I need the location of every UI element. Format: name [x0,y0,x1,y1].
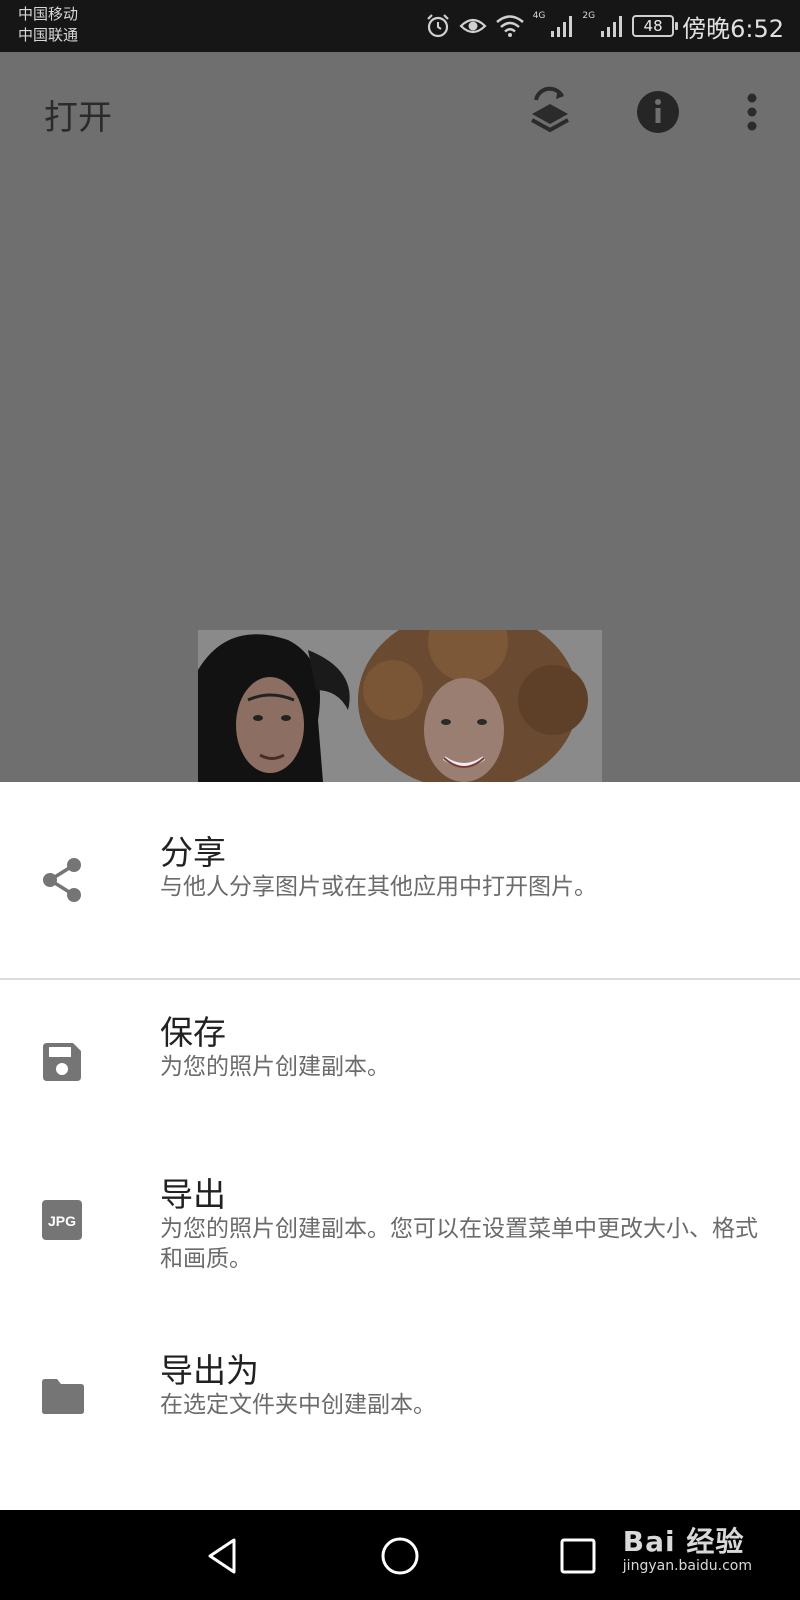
navigation-bar: Bai 经验 jingyan.baidu.com [0,1510,800,1600]
signal-1-label: 4G [532,11,546,21]
home-icon[interactable] [372,1528,428,1584]
export-title: 导出 [160,1175,226,1214]
signal-2-icon [600,14,624,38]
recents-icon[interactable] [550,1528,606,1584]
share-icon [40,858,84,902]
more-vert-icon[interactable] [728,88,776,136]
layers-refresh-icon[interactable] [526,86,574,136]
share-description: 与他人分享图片或在其他应用中打开图片。 [160,874,597,900]
export-description: 为您的照片创建副本。您可以在设置菜单中更改大小、格式和画质。 [160,1216,758,1272]
save-description: 为您的照片创建副本。 [160,1054,390,1080]
carrier-2: 中国联通 [18,26,79,44]
open-button[interactable]: 打开 [44,90,112,139]
export-as-description: 在选定文件夹中创建副本。 [160,1392,436,1418]
watermark-logo-text: Bai 经验 [622,1525,745,1558]
export-as-title: 导出为 [160,1351,259,1390]
save-option[interactable]: 保存 为您的照片创建副本。 [0,980,800,1130]
info-icon[interactable] [634,88,682,136]
signal-2-label: 2G [582,11,596,21]
jpg-icon-text: JPG [48,1213,76,1229]
save-title: 保存 [160,1013,226,1052]
carrier-info: 中国移动 中国联通 [18,4,78,46]
clock: 傍晚6:52 [682,14,784,43]
photo-preview [198,630,602,782]
wifi-icon [495,14,525,38]
watermark-url: jingyan.baidu.com [622,1558,752,1574]
app-scrim[interactable]: 打开 [0,52,800,782]
share-option[interactable]: 分享 与他人分享图片或在其他应用中打开图片。 [0,782,800,978]
export-as-option[interactable]: 导出为 在选定文件夹中创建副本。 [0,1351,800,1472]
share-bottom-sheet: 分享 与他人分享图片或在其他应用中打开图片。 保存 为您的照片创建副本。 JPG… [0,782,800,1510]
folder-icon [40,1374,86,1418]
signal-1-icon [550,14,574,38]
baidu-jingyan-watermark: Bai 经验 jingyan.baidu.com [623,1520,752,1574]
alarm-icon [425,13,451,39]
back-icon[interactable] [194,1528,250,1584]
status-bar: 中国移动 中国联通 4G 2G 48 傍晚6:52 [0,0,800,52]
app-toolbar: 打开 [0,52,800,172]
export-option[interactable]: JPG 导出 为您的照片创建副本。您可以在设置菜单中更改大小、格式和画质。 [0,1162,800,1302]
save-icon [40,1040,84,1084]
eye-comfort-icon [459,15,487,37]
share-title: 分享 [160,833,226,872]
carrier-1: 中国移动 [18,5,79,23]
jpg-icon: JPG [40,1198,84,1242]
battery-indicator: 48 [632,15,679,37]
